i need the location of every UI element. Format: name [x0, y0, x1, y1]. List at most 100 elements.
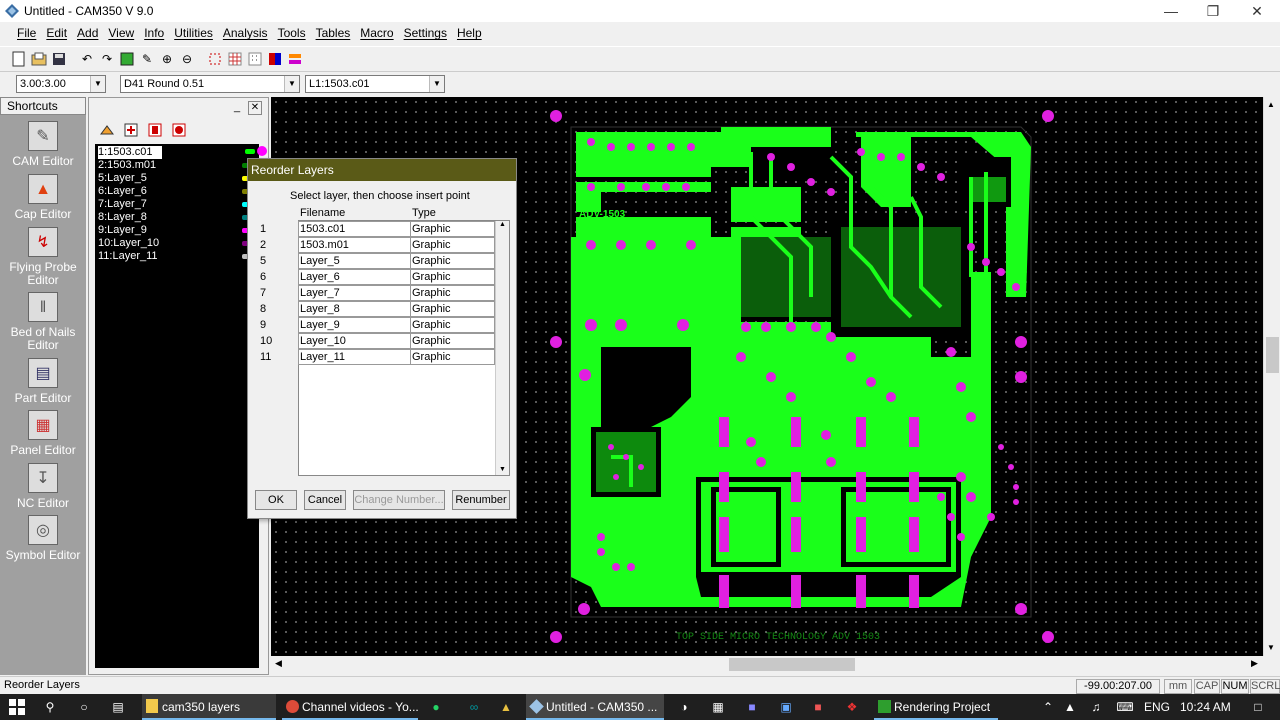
vertical-scroll-thumb[interactable]: [1266, 337, 1279, 373]
notification-chevron-icon[interactable]: ⌃: [1040, 699, 1056, 715]
row-filename-cell[interactable]: Layer_7: [298, 285, 411, 301]
menu-utilities[interactable]: Utilities: [169, 26, 218, 40]
row-type-cell[interactable]: Graphic: [410, 349, 495, 365]
redo-icon[interactable]: ↷: [98, 50, 116, 68]
taskbar-app-cam350[interactable]: Untitled - CAM350 ...: [526, 694, 664, 720]
app-icon[interactable]: ❖: [844, 699, 860, 715]
menu-help[interactable]: Help: [452, 26, 487, 40]
row-filename-cell[interactable]: 1503.c01: [298, 221, 411, 237]
row-filename-cell[interactable]: Layer_9: [298, 317, 411, 333]
shortcut-part-editor[interactable]: ▤ Part Editor: [0, 358, 86, 405]
layer-item[interactable]: 1:1503.c01: [98, 146, 162, 159]
menu-edit[interactable]: Edit: [41, 26, 72, 40]
row-filename-cell[interactable]: Layer_5: [298, 253, 411, 269]
menu-info[interactable]: Info: [139, 26, 169, 40]
dcode-select[interactable]: D41 Round 0.51 ▼: [120, 75, 300, 93]
task-view-icon[interactable]: ▤: [110, 699, 126, 715]
taskbar-app-rendering[interactable]: Rendering Project: [874, 694, 998, 720]
row-filename-cell[interactable]: Layer_11: [298, 349, 411, 365]
layer-active-swatch[interactable]: [257, 146, 267, 156]
row-filename-cell[interactable]: Layer_6: [298, 269, 411, 285]
layer-item[interactable]: 8:Layer_8: [98, 211, 256, 224]
shortcut-flying-probe-editor[interactable]: ↯ Flying Probe Editor: [0, 227, 86, 287]
row-type-cell[interactable]: Graphic: [410, 269, 495, 285]
layer-item[interactable]: 10:Layer_10: [98, 237, 256, 250]
layer-item[interactable]: 6:Layer_6: [98, 185, 256, 198]
menu-tables[interactable]: Tables: [311, 26, 356, 40]
maximize-button[interactable]: ❐: [1190, 0, 1236, 22]
shortcut-bed-of-nails-editor[interactable]: ‖ Bed of Nails Editor: [0, 292, 86, 352]
scroll-down-icon[interactable]: ▼: [499, 466, 506, 473]
delete-layer-icon[interactable]: [171, 122, 187, 138]
cortana-icon[interactable]: ○: [76, 699, 92, 715]
scroll-up-icon[interactable]: ▲: [496, 221, 509, 228]
row-type-cell[interactable]: Graphic: [410, 221, 495, 237]
grid-icon[interactable]: [226, 50, 244, 68]
row-filename-cell[interactable]: Layer_10: [298, 333, 411, 349]
keyboard-icon[interactable]: ⌨: [1114, 699, 1136, 715]
row-filename-cell[interactable]: 1503.m01: [298, 237, 411, 253]
pan-icon[interactable]: ✎: [138, 50, 156, 68]
new-file-icon[interactable]: [10, 50, 28, 68]
menu-file[interactable]: File: [12, 26, 41, 40]
row-type-cell[interactable]: Graphic: [410, 301, 495, 317]
layer-item[interactable]: 9:Layer_9: [98, 224, 256, 237]
search-icon[interactable]: ⚲: [42, 699, 58, 715]
menu-view[interactable]: View: [103, 26, 139, 40]
row-type-cell[interactable]: Graphic: [410, 237, 495, 253]
add-layer-icon[interactable]: [123, 122, 139, 138]
layer-select[interactable]: L1:1503.c01 ▼: [305, 75, 445, 93]
layers-icon[interactable]: [286, 50, 304, 68]
layer-visibility-icon[interactable]: [99, 122, 115, 138]
snap-icon[interactable]: [206, 50, 224, 68]
layer-item[interactable]: 11:Layer_11: [98, 250, 256, 263]
menu-macro[interactable]: Macro: [355, 26, 398, 40]
notifications-icon[interactable]: □: [1250, 699, 1266, 715]
renumber-button[interactable]: Renumber: [452, 490, 510, 510]
layer-item[interactable]: 5:Layer_5: [98, 172, 256, 185]
shortcut-symbol-editor[interactable]: ◎ Symbol Editor: [0, 515, 86, 562]
pin-icon[interactable]: _: [230, 101, 244, 115]
taskbar-app-chrome[interactable]: Channel videos - Yo...: [282, 694, 418, 720]
taskbar-app-explorer[interactable]: cam350 layers: [142, 694, 276, 720]
app-icon[interactable]: ■: [810, 699, 826, 715]
row-filename-cell[interactable]: Layer_8: [298, 301, 411, 317]
volume-icon[interactable]: ♫: [1088, 699, 1104, 715]
close-button[interactable]: ✕: [1234, 0, 1280, 22]
app-icon[interactable]: ▣: [778, 699, 794, 715]
app-icon[interactable]: ■: [744, 699, 760, 715]
layer-color-swatch[interactable]: [245, 149, 255, 154]
scroll-right-icon[interactable]: ▶: [1251, 658, 1258, 669]
close-icon[interactable]: ✕: [248, 101, 262, 115]
table-scrollbar[interactable]: ▲ ▼: [495, 221, 509, 475]
layer-item[interactable]: 7:Layer_7: [98, 198, 256, 211]
change-number-button[interactable]: Change Number...: [353, 490, 445, 510]
open-file-icon[interactable]: [30, 50, 48, 68]
menu-settings[interactable]: Settings: [399, 26, 452, 40]
vertical-scrollbar[interactable]: ▲ ▼: [1263, 97, 1280, 656]
save-icon[interactable]: [50, 50, 68, 68]
layer-table-icon[interactable]: [147, 122, 163, 138]
network-icon[interactable]: ▲: [1062, 699, 1078, 715]
language-indicator[interactable]: ENG: [1144, 694, 1170, 720]
shortcut-cap-editor[interactable]: ▲ Cap Editor: [0, 174, 86, 221]
row-type-cell[interactable]: Graphic: [410, 285, 495, 301]
cancel-button[interactable]: Cancel: [304, 490, 346, 510]
layer-colors-icon[interactable]: [266, 50, 284, 68]
menu-analysis[interactable]: Analysis: [218, 26, 273, 40]
menu-tools[interactable]: Tools: [273, 26, 311, 40]
calculator-icon[interactable]: ▦: [710, 699, 726, 715]
redraw-icon[interactable]: [118, 50, 136, 68]
row-type-cell[interactable]: Graphic: [410, 317, 495, 333]
app-icon[interactable]: ◑: [676, 699, 692, 715]
undo-icon[interactable]: ↶: [78, 50, 96, 68]
grid-dots-icon[interactable]: [246, 50, 264, 68]
shortcut-nc-editor[interactable]: ↧ NC Editor: [0, 463, 86, 510]
whatsapp-icon[interactable]: ●: [428, 699, 444, 715]
zoom-out-icon[interactable]: ⊖: [178, 50, 196, 68]
menu-add[interactable]: Add: [72, 26, 103, 40]
shortcut-cam-editor[interactable]: ✎ CAM Editor: [0, 121, 86, 168]
arduino-icon[interactable]: ∞: [466, 699, 482, 715]
minimize-button[interactable]: —: [1148, 0, 1194, 22]
scroll-up-icon[interactable]: ▲: [1267, 100, 1275, 109]
